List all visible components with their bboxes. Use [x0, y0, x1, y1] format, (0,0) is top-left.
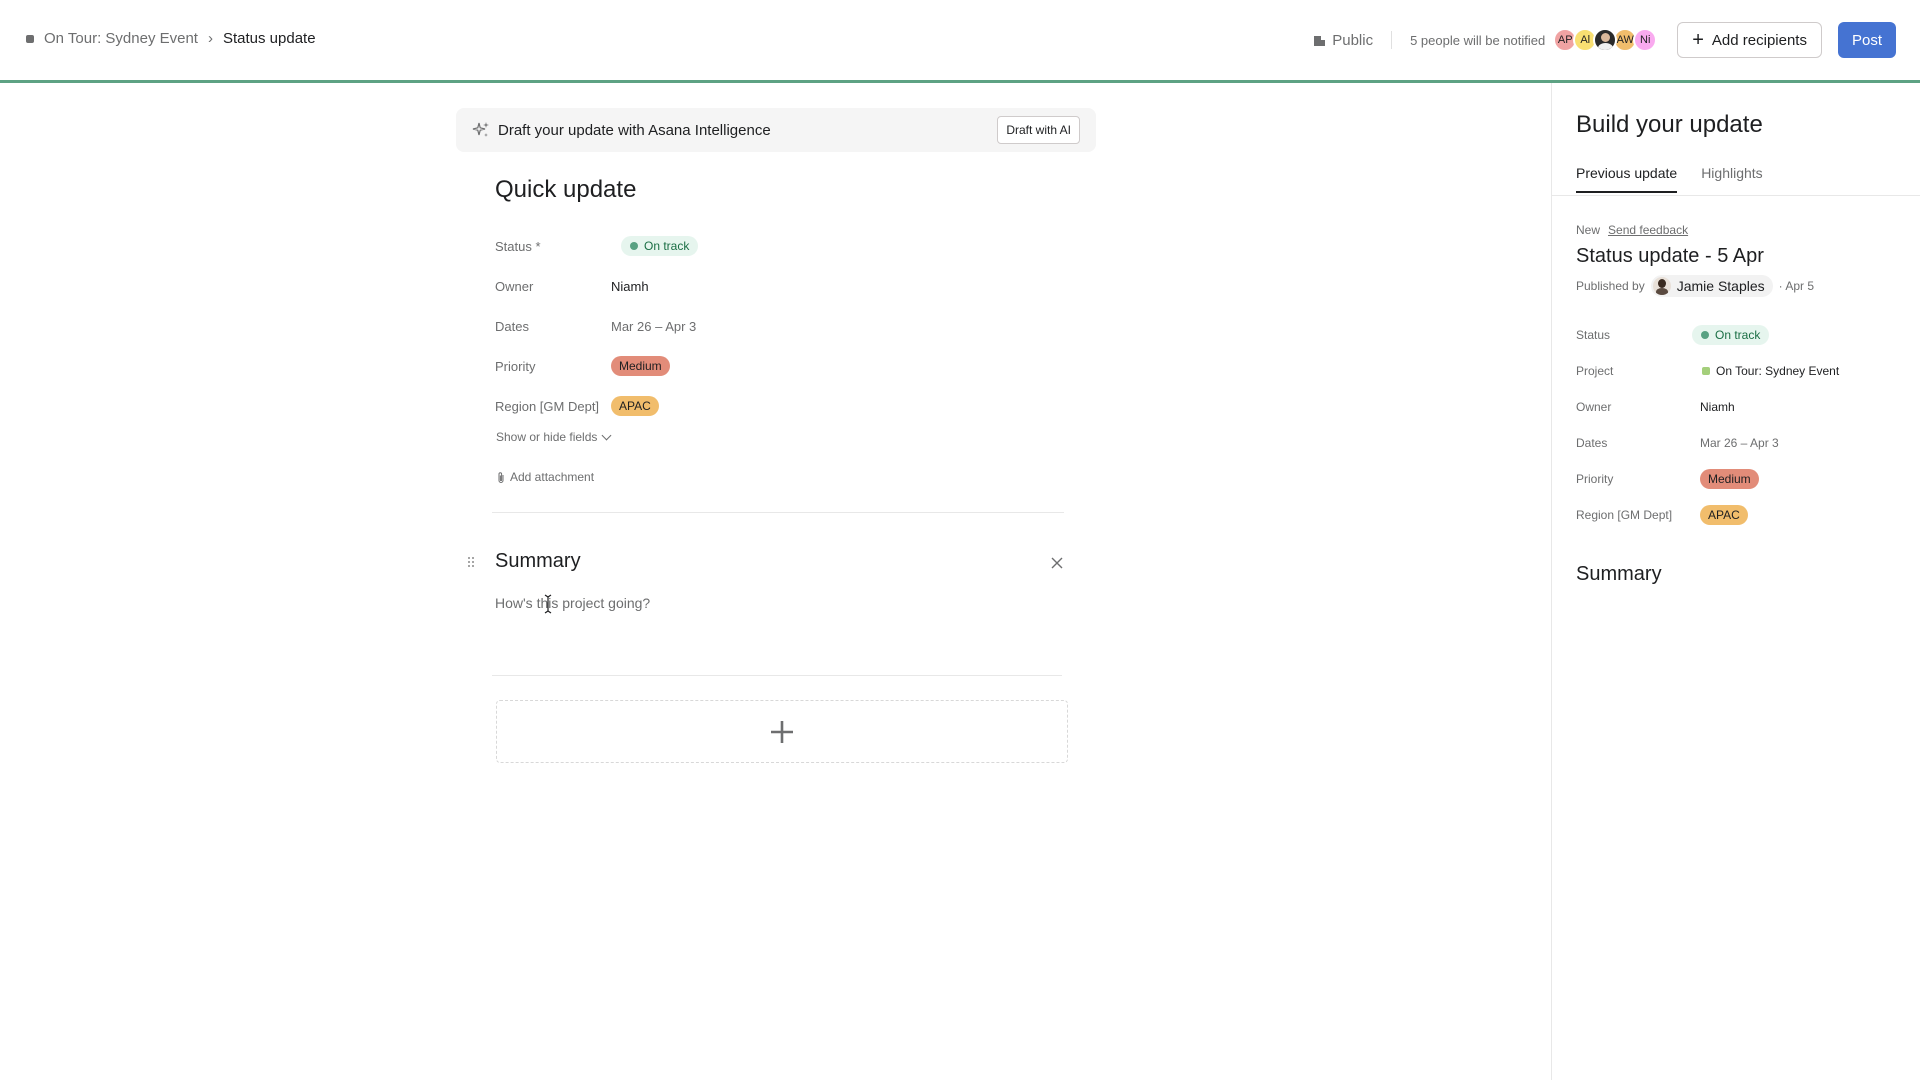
- field-row-project: Project On Tour: Sydney Event: [1576, 353, 1906, 389]
- divider: [492, 675, 1062, 676]
- project-value[interactable]: On Tour: Sydney Event: [1700, 364, 1839, 378]
- divider: [1391, 31, 1393, 49]
- field-row-status: Status On track: [1576, 317, 1906, 353]
- build-update-panel: Build your update Previous update Highli…: [1551, 83, 1920, 1080]
- field-label: Owner: [1576, 400, 1612, 414]
- previous-update-fields: Status On track Project On Tour: Sydney …: [1576, 317, 1906, 533]
- summary-input[interactable]: How's this project going?: [495, 595, 650, 611]
- published-by: Published by Jamie Staples · Apr 5: [1576, 275, 1814, 297]
- project-name: On Tour: Sydney Event: [1716, 364, 1840, 378]
- tab-highlights[interactable]: Highlights: [1701, 165, 1762, 193]
- field-label: Region [GM Dept]: [495, 398, 600, 414]
- recipient-avatars[interactable]: AP Al AW Ni: [1553, 28, 1658, 52]
- add-attachment-label: Add attachment: [510, 470, 595, 484]
- update-title[interactable]: Quick update: [495, 176, 636, 204]
- ai-draft-banner: Draft your update with Asana Intelligenc…: [456, 108, 1096, 152]
- publisher-chip[interactable]: Jamie Staples: [1650, 275, 1773, 297]
- new-label: New: [1576, 223, 1601, 237]
- post-button[interactable]: Post: [1837, 22, 1896, 58]
- field-label: Project: [1576, 364, 1614, 378]
- field-row-priority: Priority Medium: [1576, 461, 1906, 497]
- region-badge[interactable]: APAC: [611, 396, 659, 416]
- dates-value[interactable]: Mar 26 – Apr 3: [611, 319, 696, 334]
- draft-with-ai-button[interactable]: Draft with AI: [997, 116, 1080, 144]
- dates-value: Mar 26 – Apr 3: [1700, 436, 1779, 450]
- tab-previous-update[interactable]: Previous update: [1576, 165, 1678, 193]
- top-actions: Public 5 people will be notified AP Al A…: [1313, 22, 1896, 58]
- avatar-photo[interactable]: [1593, 28, 1618, 52]
- visibility-toggle[interactable]: Public: [1313, 32, 1373, 49]
- update-fields: Status * On track Owner Niamh Dates Mar …: [495, 226, 1055, 426]
- field-label: Priority: [1576, 472, 1614, 486]
- project-color-icon: [1702, 367, 1710, 375]
- publisher-name: Jamie Staples: [1676, 278, 1765, 294]
- priority-badge[interactable]: Medium: [611, 356, 670, 376]
- field-row-dates: Dates Mar 26 – Apr 3: [495, 306, 1055, 346]
- previous-summary-heading: Summary: [1576, 563, 1662, 585]
- panel-tabs: Previous update Highlights: [1576, 165, 1763, 193]
- field-label: Status: [1576, 328, 1611, 342]
- text-cursor-icon: [544, 594, 552, 614]
- breadcrumb-project-link[interactable]: On Tour: Sydney Event: [44, 30, 198, 47]
- ai-banner-text: Draft your update with Asana Intelligenc…: [498, 121, 771, 139]
- field-row-owner: Owner Niamh: [1576, 389, 1906, 425]
- field-label: Status *: [495, 238, 541, 254]
- field-label: Priority: [495, 358, 536, 374]
- add-recipients-label: Add recipients: [1711, 31, 1807, 49]
- breadcrumb: On Tour: Sydney Event › Status update: [26, 30, 316, 47]
- sparkle-icon: [472, 122, 489, 137]
- status-value: On track: [644, 239, 690, 253]
- field-row-priority: Priority Medium: [495, 346, 1055, 386]
- breadcrumb-current-page: Status update: [222, 30, 316, 47]
- show-hide-fields-button[interactable]: Show or hide fields: [496, 430, 612, 444]
- send-feedback-link[interactable]: Send feedback: [1608, 223, 1688, 237]
- avatar[interactable]: Ni: [1633, 28, 1658, 52]
- plus-icon: [771, 720, 793, 743]
- divider: [492, 512, 1064, 513]
- avatar: [1652, 277, 1671, 295]
- published-by-label: Published by: [1576, 279, 1645, 293]
- field-label: Dates: [1576, 436, 1608, 450]
- previous-update-title[interactable]: Status update - 5 Apr: [1576, 245, 1764, 268]
- status-badge: On track: [1692, 325, 1770, 345]
- field-row-status: Status * On track: [495, 226, 1055, 266]
- chevron-right-icon: ›: [207, 30, 213, 47]
- close-icon[interactable]: [1050, 556, 1064, 570]
- field-row-region: Region [GM Dept] APAC: [495, 386, 1055, 426]
- chevron-down-icon: [601, 430, 612, 440]
- show-hide-fields-label: Show or hide fields: [496, 430, 598, 444]
- panel-title: Build your update: [1576, 111, 1763, 138]
- region-badge: APAC: [1700, 505, 1748, 525]
- status-dot-icon: [630, 242, 638, 250]
- panel-meta: New Send feedback: [1576, 223, 1688, 237]
- status-dot-icon: [1701, 331, 1709, 339]
- paperclip-icon: [498, 471, 504, 483]
- owner-value: Niamh: [1700, 400, 1735, 414]
- status-value: On track: [1715, 328, 1761, 342]
- owner-value[interactable]: Niamh: [611, 279, 649, 294]
- add-recipients-button[interactable]: + Add recipients: [1677, 22, 1822, 58]
- building-icon: [1313, 34, 1326, 47]
- plus-icon: +: [1692, 29, 1704, 51]
- add-section-button[interactable]: [496, 700, 1068, 763]
- field-row-region: Region [GM Dept] APAC: [1576, 497, 1906, 533]
- divider: [1552, 195, 1920, 196]
- field-row-owner: Owner Niamh: [495, 266, 1055, 306]
- notified-count-text: 5 people will be notified: [1410, 32, 1546, 48]
- field-row-dates: Dates Mar 26 – Apr 3: [1576, 425, 1906, 461]
- add-attachment-button[interactable]: Add attachment: [496, 470, 594, 484]
- top-bar: On Tour: Sydney Event › Status update Pu…: [0, 0, 1920, 80]
- field-label: Region [GM Dept]: [1576, 508, 1673, 522]
- published-date: · Apr 5: [1778, 279, 1815, 293]
- priority-badge: Medium: [1700, 469, 1759, 489]
- field-label: Dates: [495, 318, 529, 334]
- drag-handle-icon[interactable]: [466, 556, 476, 570]
- status-badge[interactable]: On track: [621, 236, 699, 256]
- field-label: Owner: [495, 278, 534, 294]
- summary-heading: Summary: [495, 550, 581, 572]
- visibility-label: Public: [1332, 31, 1374, 49]
- project-color-icon: [26, 34, 34, 43]
